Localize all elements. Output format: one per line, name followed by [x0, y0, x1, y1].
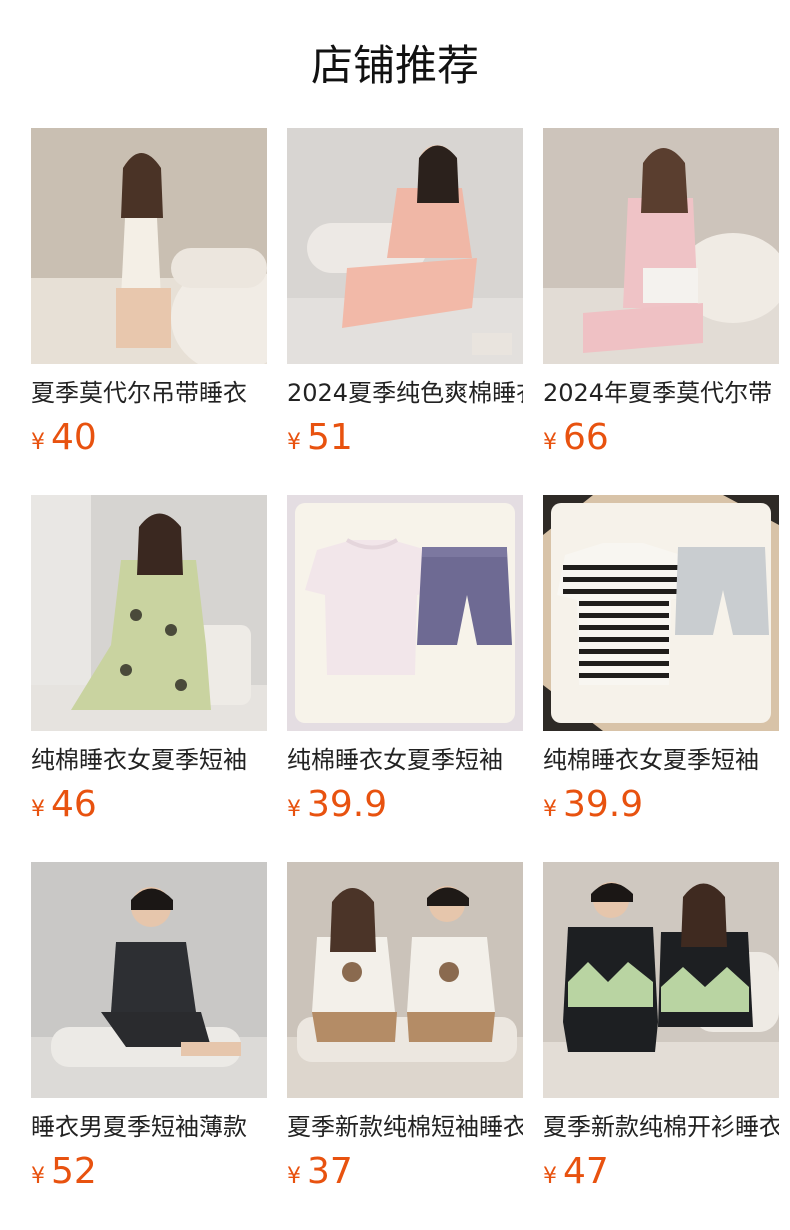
product-image[interactable]	[287, 128, 523, 364]
product-card[interactable]: 夏季莫代尔吊带睡衣 ¥40	[31, 128, 267, 495]
currency-symbol: ¥	[543, 1164, 557, 1189]
product-card[interactable]: 纯棉睡衣女夏季短袖 ¥46	[31, 495, 267, 862]
product-price: ¥40	[31, 416, 267, 460]
product-price: ¥51	[287, 416, 523, 460]
currency-symbol: ¥	[31, 797, 45, 822]
product-name: 2024年夏季莫代尔带	[543, 379, 773, 407]
price-value: 39.9	[307, 784, 388, 825]
currency-symbol: ¥	[287, 1164, 301, 1189]
currency-symbol: ¥	[31, 430, 45, 455]
price-value: 46	[51, 784, 97, 825]
price-value: 40	[51, 417, 97, 458]
product-name: 纯棉睡衣女夏季短袖	[287, 746, 503, 774]
product-card[interactable]: 纯棉睡衣女夏季短袖 ¥39.9	[287, 495, 523, 862]
product-name: 纯棉睡衣女夏季短袖	[543, 746, 759, 774]
price-value: 51	[307, 417, 353, 458]
product-price: ¥47	[543, 1150, 779, 1194]
price-value: 39.9	[563, 784, 644, 825]
page-title: 店铺推荐	[310, 41, 479, 90]
currency-symbol: ¥	[31, 1164, 45, 1189]
product-price: ¥37	[287, 1150, 523, 1194]
product-image[interactable]	[31, 128, 267, 364]
product-image[interactable]	[543, 862, 779, 1098]
product-card[interactable]: 夏季新款纯棉开衫睡衣 ¥47	[543, 862, 779, 1229]
currency-symbol: ¥	[543, 797, 557, 822]
price-value: 37	[307, 1151, 353, 1192]
product-card[interactable]: 纯棉睡衣女夏季短袖 ¥39.9	[543, 495, 779, 862]
currency-symbol: ¥	[287, 797, 301, 822]
product-card[interactable]: 2024夏季纯色爽棉睡衣 ¥51	[287, 128, 523, 495]
product-card[interactable]: 睡衣男夏季短袖薄款 ¥52	[31, 862, 267, 1229]
product-image[interactable]	[31, 495, 267, 731]
product-price: ¥39.9	[543, 783, 779, 827]
product-price: ¥52	[31, 1150, 267, 1194]
product-price: ¥39.9	[287, 783, 523, 827]
product-image[interactable]	[543, 128, 779, 364]
product-name: 睡衣男夏季短袖薄款	[31, 1113, 247, 1141]
price-value: 47	[563, 1151, 609, 1192]
product-name: 夏季莫代尔吊带睡衣	[31, 379, 247, 407]
product-card[interactable]: 夏季新款纯棉短袖睡衣 ¥37	[287, 862, 523, 1229]
product-card[interactable]: 2024年夏季莫代尔带 ¥66	[543, 128, 779, 495]
price-value: 52	[51, 1151, 97, 1192]
currency-symbol: ¥	[287, 430, 301, 455]
product-price: ¥66	[543, 416, 779, 460]
product-name: 夏季新款纯棉短袖睡衣	[287, 1113, 523, 1141]
product-grid: 夏季莫代尔吊带睡衣 ¥40 2024夏季纯色爽棉睡衣 ¥51 2024年夏季莫代…	[31, 128, 779, 1229]
product-name: 2024夏季纯色爽棉睡衣	[287, 379, 523, 407]
product-price: ¥46	[31, 783, 267, 827]
product-image[interactable]	[543, 495, 779, 731]
product-name: 纯棉睡衣女夏季短袖	[31, 746, 247, 774]
product-image[interactable]	[31, 862, 267, 1098]
product-image[interactable]	[287, 862, 523, 1098]
price-value: 66	[563, 417, 609, 458]
product-image[interactable]	[287, 495, 523, 731]
currency-symbol: ¥	[543, 430, 557, 455]
product-name: 夏季新款纯棉开衫睡衣	[543, 1113, 779, 1141]
